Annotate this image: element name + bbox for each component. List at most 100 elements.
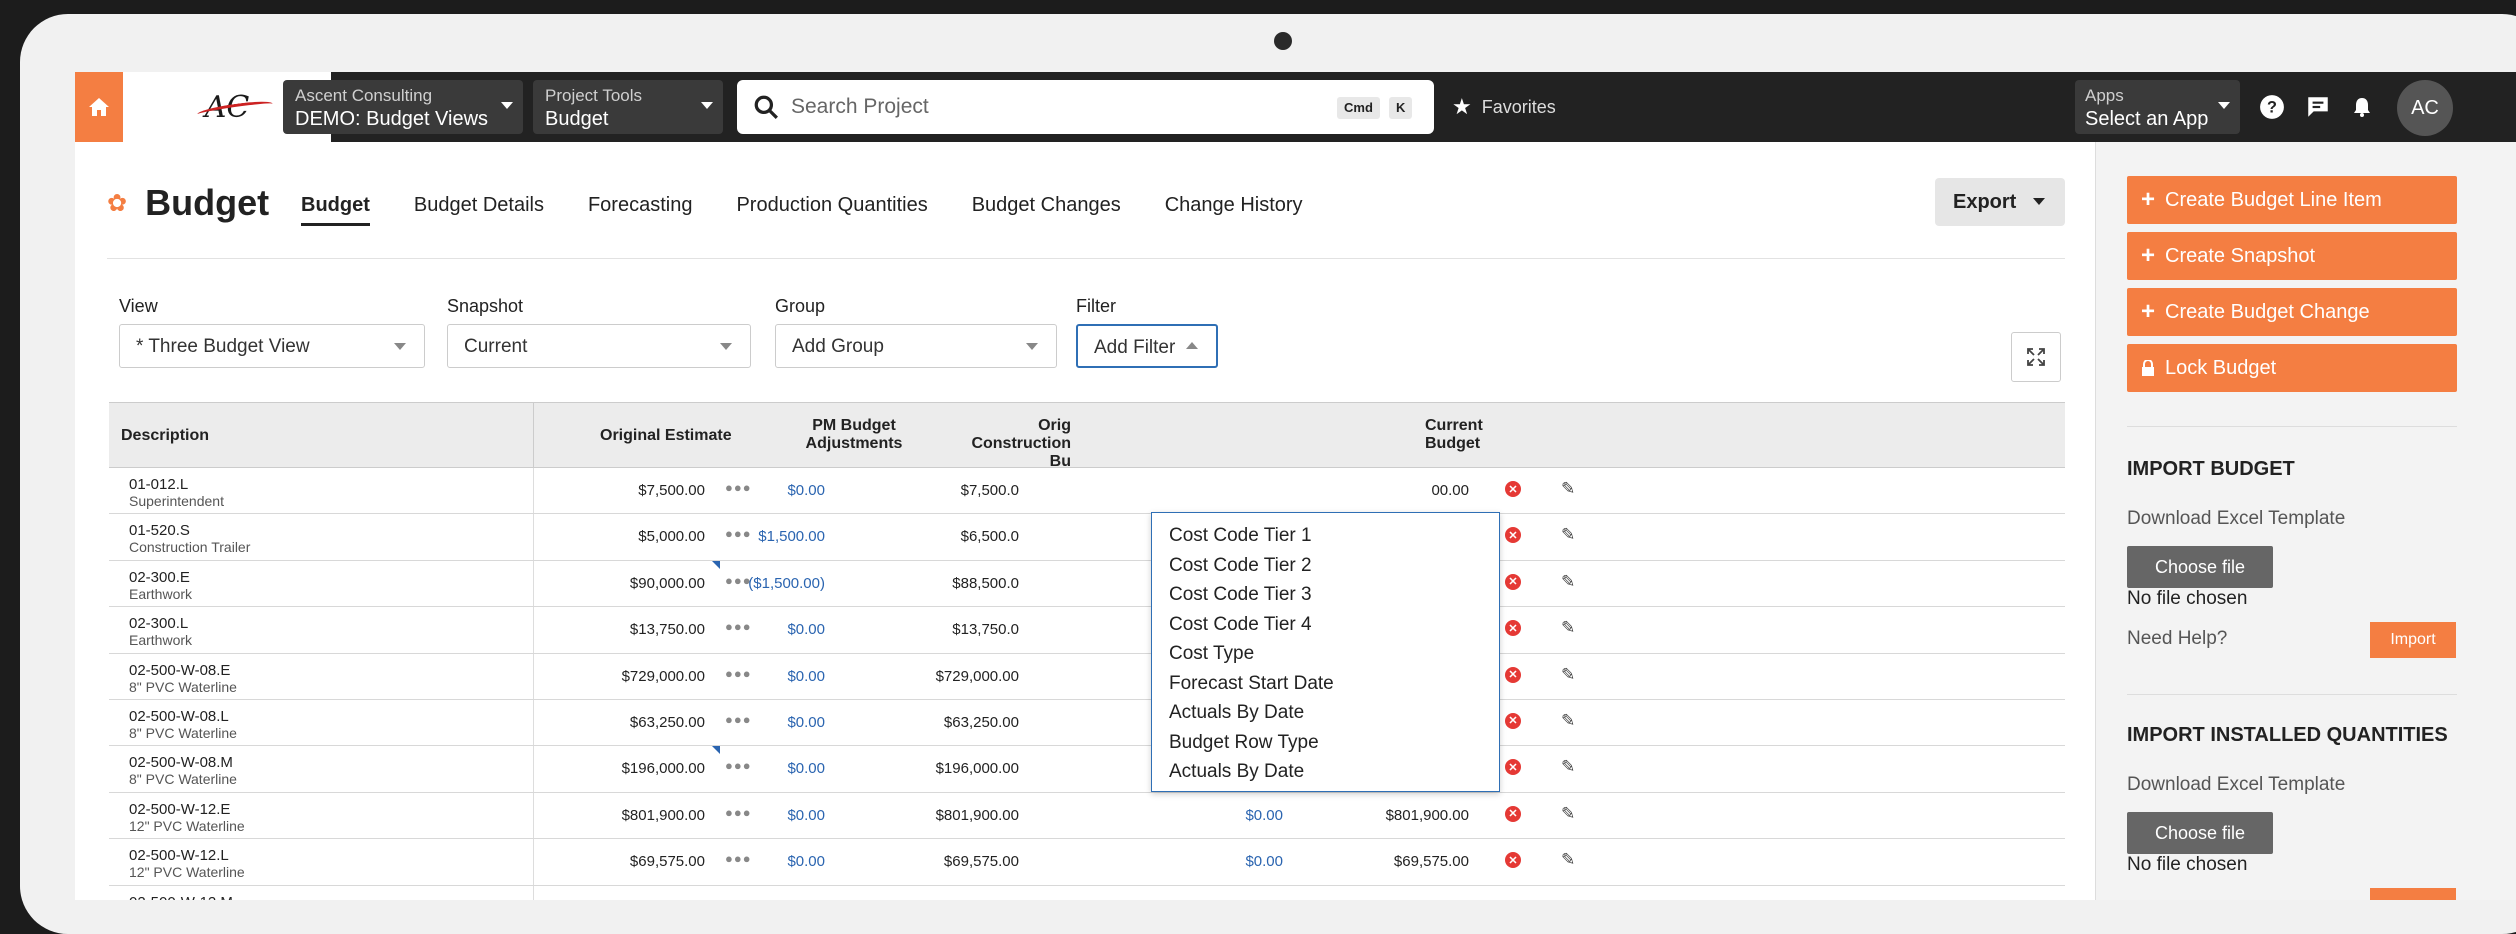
download-template-link[interactable]: Download Excel Template bbox=[2127, 774, 2345, 796]
filter-option[interactable]: Cost Code Tier 2 bbox=[1152, 551, 1499, 581]
import-button[interactable]: Import bbox=[2370, 622, 2456, 658]
more-options-icon[interactable]: ●●● bbox=[725, 526, 752, 541]
pm-adjustment-cell[interactable]: $1,500.00 bbox=[758, 528, 825, 545]
budget-change-cell[interactable]: $0.00 bbox=[1245, 853, 1283, 870]
import-button-secondary[interactable] bbox=[2370, 888, 2456, 900]
filter-option[interactable]: Cost Code Tier 1 bbox=[1152, 521, 1499, 551]
tab-forecasting[interactable]: Forecasting bbox=[588, 194, 693, 226]
table-row[interactable]: 02-300.E Earthwork $90,000.00 ●●● ($1,500.00… bbox=[109, 560, 2065, 608]
edit-icon[interactable]: ✎ bbox=[1561, 618, 1575, 638]
pm-adjustment-cell[interactable]: $0.00 bbox=[787, 621, 825, 638]
edit-icon[interactable]: ✎ bbox=[1561, 572, 1575, 592]
project-tools-selector[interactable]: Project Tools Budget bbox=[533, 80, 723, 134]
edit-icon[interactable]: ✎ bbox=[1561, 757, 1575, 777]
choose-file-button[interactable]: Choose file bbox=[2127, 546, 2273, 588]
tab-budget-details[interactable]: Budget Details bbox=[414, 194, 544, 226]
search-input[interactable] bbox=[791, 95, 1311, 119]
kbd-k: K bbox=[1389, 97, 1413, 119]
home-button[interactable] bbox=[75, 72, 123, 142]
more-options-icon[interactable]: ●●● bbox=[725, 619, 752, 634]
tools-label: Project Tools bbox=[545, 86, 643, 105]
apps-label: Apps bbox=[2085, 86, 2124, 105]
need-help-link[interactable]: Need Help? bbox=[2127, 628, 2227, 650]
edit-icon[interactable]: ✎ bbox=[1561, 804, 1575, 824]
edit-icon[interactable]: ✎ bbox=[1561, 665, 1575, 685]
table-row[interactable]: 02-500-W-12.M bbox=[109, 885, 2065, 900]
pm-adjustment-cell[interactable]: $0.00 bbox=[787, 760, 825, 777]
table-row[interactable]: 02-500-W-08.E 8" PVC Waterline $729,000.00… bbox=[109, 653, 2065, 700]
group-select[interactable]: Add Group bbox=[775, 324, 1057, 368]
table-row[interactable]: 02-500-W-08.L 8" PVC Waterline $63,250.00 ●… bbox=[109, 699, 2065, 747]
table-row[interactable]: 01-520.S Construction Trailer $5,000.00 ●●●… bbox=[109, 514, 2065, 561]
create-budget-line-item-button[interactable]: + Create Budget Line Item bbox=[2127, 176, 2457, 224]
filter-option[interactable]: Actuals By Date bbox=[1152, 757, 1499, 787]
choose-file-button[interactable]: Choose file bbox=[2127, 812, 2273, 854]
pm-adjustment-cell[interactable]: $0.00 bbox=[787, 482, 825, 499]
table-row[interactable]: 02-500-W-12.L 12" PVC Waterline $69,575.00… bbox=[109, 839, 2065, 886]
pm-adjustment-cell[interactable]: $0.00 bbox=[787, 668, 825, 685]
edit-icon[interactable]: ✎ bbox=[1561, 850, 1575, 870]
more-options-icon[interactable]: ●●● bbox=[725, 666, 752, 681]
column-divider bbox=[533, 792, 534, 839]
delete-icon[interactable]: ✕ bbox=[1505, 620, 1521, 637]
company-selector[interactable]: Ascent Consulting DEMO: Budget Views bbox=[283, 80, 523, 134]
filter-option[interactable]: Forecast Start Date bbox=[1152, 669, 1499, 699]
filter-option[interactable]: Cost Type bbox=[1152, 639, 1499, 669]
cost-description: 8" PVC Waterline bbox=[129, 724, 237, 741]
chat-icon[interactable] bbox=[2301, 90, 2335, 124]
more-options-icon[interactable]: ●●● bbox=[725, 758, 752, 773]
export-button[interactable]: Export bbox=[1935, 178, 2065, 226]
edit-icon[interactable]: ✎ bbox=[1561, 711, 1575, 731]
create-snapshot-button[interactable]: + Create Snapshot bbox=[2127, 232, 2457, 280]
cost-code: 01-012.L bbox=[129, 476, 189, 493]
plus-icon: + bbox=[2141, 186, 2156, 213]
bell-icon[interactable] bbox=[2345, 90, 2379, 124]
view-select[interactable]: * Three Budget View bbox=[119, 324, 425, 368]
snapshot-value: Current bbox=[464, 336, 528, 357]
filter-option[interactable]: Cost Code Tier 4 bbox=[1152, 610, 1499, 640]
more-options-icon[interactable]: ●●● bbox=[725, 480, 752, 495]
pm-adjustment-cell[interactable]: $0.00 bbox=[787, 807, 825, 824]
delete-icon[interactable]: ✕ bbox=[1505, 712, 1521, 729]
apps-selector[interactable]: Apps Select an App bbox=[2075, 80, 2240, 134]
table-row[interactable]: 02-500-W-12.E 12" PVC Waterline $801,900.0… bbox=[109, 792, 2065, 840]
budget-change-cell[interactable]: $0.00 bbox=[1245, 807, 1283, 824]
expand-button[interactable] bbox=[2011, 332, 2061, 382]
delete-icon[interactable]: ✕ bbox=[1505, 852, 1521, 869]
snapshot-select[interactable]: Current bbox=[447, 324, 751, 368]
table-row[interactable]: 02-300.L Earthwork $13,750.00 ●●● $0.00 $13,7… bbox=[109, 607, 2065, 654]
help-icon[interactable]: ? bbox=[2255, 90, 2289, 124]
table-row[interactable]: 02-500-W-08.M 8" PVC Waterline $196,000.00… bbox=[109, 746, 2065, 793]
pm-adjustment-cell[interactable]: ($1,500.00) bbox=[748, 575, 825, 592]
delete-icon[interactable]: ✕ bbox=[1505, 805, 1521, 822]
tab-budget[interactable]: Budget bbox=[301, 194, 370, 226]
tab-production-quantities[interactable]: Production Quantities bbox=[736, 194, 927, 226]
delete-icon[interactable]: ✕ bbox=[1505, 481, 1521, 497]
edit-icon[interactable]: ✎ bbox=[1561, 479, 1575, 499]
delete-icon[interactable]: ✕ bbox=[1505, 759, 1521, 776]
tab-change-history[interactable]: Change History bbox=[1165, 194, 1303, 226]
pm-adjustment-cell[interactable]: $0.00 bbox=[787, 853, 825, 870]
more-options-icon[interactable]: ●●● bbox=[725, 805, 752, 820]
delete-icon[interactable]: ✕ bbox=[1505, 573, 1521, 590]
user-avatar[interactable]: AC bbox=[2397, 80, 2453, 136]
edit-icon[interactable]: ✎ bbox=[1561, 525, 1575, 545]
header-description: Description bbox=[121, 427, 210, 444]
search-bar[interactable]: Cmd K bbox=[737, 80, 1434, 134]
filter-option[interactable]: Budget Row Type bbox=[1152, 728, 1499, 758]
lock-budget-button[interactable]: Lock Budget bbox=[2127, 344, 2457, 392]
pm-adjustment-cell[interactable]: $0.00 bbox=[787, 714, 825, 731]
tab-budget-changes[interactable]: Budget Changes bbox=[972, 194, 1121, 226]
filter-option[interactable]: Cost Code Tier 3 bbox=[1152, 580, 1499, 610]
company-value: DEMO: Budget Views bbox=[295, 108, 489, 130]
filter-option[interactable]: Actuals By Date bbox=[1152, 698, 1499, 728]
favorites-link[interactable]: ★ Favorites bbox=[1452, 94, 1556, 120]
delete-icon[interactable]: ✕ bbox=[1505, 527, 1521, 544]
download-template-link[interactable]: Download Excel Template bbox=[2127, 508, 2345, 530]
table-row[interactable]: 01-012.L Superintendent $7,500.00 ●●● $0.00 $… bbox=[109, 468, 2065, 515]
more-options-icon[interactable]: ●●● bbox=[725, 851, 752, 866]
delete-icon[interactable]: ✕ bbox=[1505, 666, 1521, 683]
filter-select[interactable]: Add Filter bbox=[1076, 324, 1218, 368]
create-budget-change-button[interactable]: + Create Budget Change bbox=[2127, 288, 2457, 336]
more-options-icon[interactable]: ●●● bbox=[725, 712, 752, 727]
